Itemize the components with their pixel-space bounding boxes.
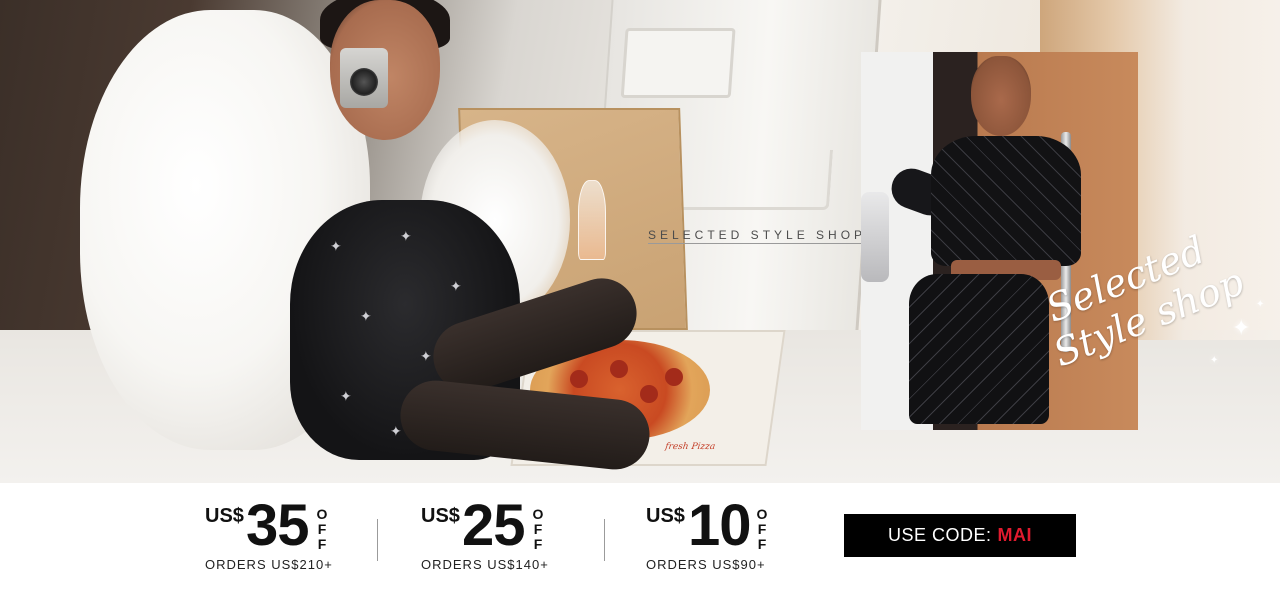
star-pattern-icon: ✦: [400, 229, 412, 245]
product-image[interactable]: [861, 52, 1138, 430]
pizza-box-text: fresh Pizza: [664, 442, 716, 452]
offer-off-label: O F F: [755, 507, 769, 552]
offer-3[interactable]: US$ 10 O F F ORDERS US$90+: [646, 493, 806, 579]
offer-amount: 35: [246, 493, 310, 558]
offer-amount: 25: [462, 493, 526, 558]
hero-title: SELECTED STYLE SHOP: [648, 228, 867, 242]
star-pattern-icon: ✦: [330, 239, 342, 255]
pepperoni: [610, 360, 628, 378]
sparkle-icon: ✦: [1232, 316, 1251, 341]
off-letter: O: [532, 506, 544, 522]
camera-lens: [350, 68, 378, 96]
offer-condition: ORDERS US$210+: [205, 557, 333, 572]
offer-currency: US$: [205, 505, 244, 527]
promo-code-box[interactable]: USE CODE: MAI: [844, 514, 1076, 557]
offer-1[interactable]: US$ 35 O F F ORDERS US$210+: [205, 493, 365, 579]
pepperoni: [665, 368, 683, 386]
hero-title-underline: [648, 243, 888, 244]
divider: [377, 519, 378, 561]
offer-condition: ORDERS US$90+: [646, 557, 766, 572]
model-photo-left: ✦ ✦ ✦ ✦ ✦ ✦ ✦ ✦: [40, 0, 653, 483]
promo-code-value: MAI: [997, 525, 1033, 545]
offer-amount: 10: [688, 493, 752, 558]
off-letter: F: [757, 536, 767, 552]
fridge-drawer: [620, 28, 736, 98]
offer-off-label: O F F: [315, 507, 329, 552]
off-letter: F: [533, 536, 543, 552]
camera: [340, 48, 388, 108]
offer-2[interactable]: US$ 25 O F F ORDERS US$140+: [421, 493, 581, 579]
offer-currency: US$: [421, 505, 460, 527]
promo-strip: US$ 35 O F F ORDERS US$210+ US$ 25 O F F…: [0, 483, 1280, 597]
star-pattern-icon: ✦: [420, 349, 432, 365]
off-letter: O: [756, 506, 768, 522]
offer-condition: ORDERS US$140+: [421, 557, 549, 572]
divider: [604, 519, 605, 561]
off-letter: F: [317, 521, 327, 537]
hero-banner[interactable]: fresh Pizza ✦ ✦ ✦ ✦ ✦ ✦ ✦ ✦ SELECTED STY…: [0, 0, 1280, 483]
offer-off-label: O F F: [531, 507, 545, 552]
off-letter: F: [317, 536, 327, 552]
promo-code-label: USE CODE:: [887, 525, 992, 545]
star-pattern-icon: ✦: [390, 424, 402, 440]
star-pattern-icon: ✦: [340, 389, 352, 405]
star-pattern-icon: ✦: [450, 279, 462, 295]
off-letter: F: [757, 521, 767, 537]
sparkle-icon: ✦: [1210, 355, 1219, 366]
champagne-glass: [578, 180, 606, 260]
pepperoni: [640, 385, 658, 403]
offer-currency: US$: [646, 505, 685, 527]
star-pattern-icon: ✦: [360, 309, 372, 325]
off-letter: O: [316, 506, 328, 522]
glitter-skirt: [909, 274, 1049, 424]
sparkle-icon: ✦: [1256, 299, 1265, 310]
glitter-bag: [861, 192, 889, 282]
model-head: [971, 56, 1031, 136]
off-letter: F: [533, 521, 543, 537]
glitter-crop-top: [931, 136, 1081, 266]
